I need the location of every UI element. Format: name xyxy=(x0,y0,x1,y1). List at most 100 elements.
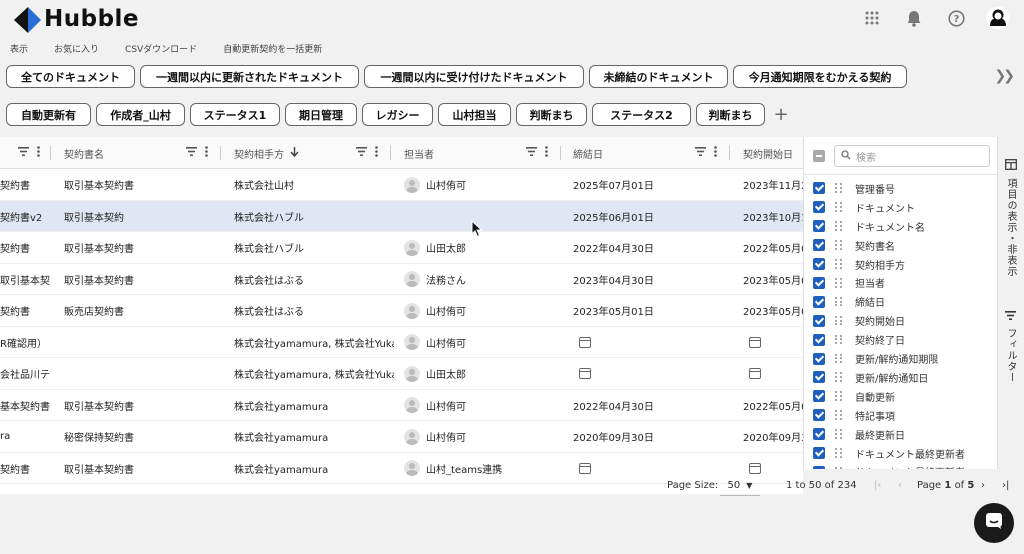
next-page-icon[interactable]: › xyxy=(981,480,985,491)
column-search-input[interactable]: 検索 xyxy=(834,145,990,167)
table-row[interactable]: 取引基本契 取引基本契約書 株式会社はぶる 法務さん 2023年04月30日 2023年0… xyxy=(0,264,803,295)
drag-handle-icon[interactable] xyxy=(835,202,843,212)
tag-chip[interactable]: ステータス2 xyxy=(592,103,691,126)
add-tag-icon[interactable]: + xyxy=(770,103,792,126)
column-option[interactable]: 更新/解約通知期限 xyxy=(813,349,938,368)
drag-handle-icon[interactable] xyxy=(835,353,843,364)
checkbox[interactable] xyxy=(813,314,825,327)
drag-handle-icon[interactable] xyxy=(835,240,843,250)
drag-handle-icon[interactable] xyxy=(835,277,843,288)
column-option[interactable]: 契約相手方 xyxy=(813,255,905,274)
more-vert-icon[interactable] xyxy=(375,146,378,160)
menu-view[interactable]: 表示 xyxy=(10,42,28,55)
header-start-date[interactable]: 契約開始日 xyxy=(743,137,803,169)
checkbox[interactable] xyxy=(813,428,825,441)
calendar-icon[interactable] xyxy=(749,336,761,348)
column-option[interactable]: 契約書名 xyxy=(813,236,895,255)
calendar-icon[interactable] xyxy=(749,462,761,474)
header-owner[interactable]: 担当者 xyxy=(404,137,560,169)
checkbox[interactable] xyxy=(813,201,825,214)
column-option[interactable]: 締結日 xyxy=(813,292,885,311)
filter-tab-notice-deadline[interactable]: 今月通知期限をむかえる契約 xyxy=(733,65,907,88)
table-row[interactable]: 契約書 取引基本契約書 株式会社山村 山村侑可 2025年07月01日 2023年11月2 xyxy=(0,169,803,201)
page-size-select[interactable]: 50 ▼ xyxy=(720,476,760,496)
table-row[interactable]: 契約書v2 取引基本契約 株式会社ハブル 2025年06月01日 2023年10月1 xyxy=(0,200,803,232)
more-vert-icon[interactable] xyxy=(205,146,208,160)
header-contract-name[interactable]: 契約書名 xyxy=(64,137,220,169)
prev-page-icon[interactable]: ‹ xyxy=(898,480,902,491)
drag-handle-icon[interactable] xyxy=(835,296,843,307)
checkbox[interactable] xyxy=(813,352,825,365)
drag-handle-icon[interactable] xyxy=(835,259,843,269)
first-page-icon[interactable]: |‹ xyxy=(874,480,881,491)
checkbox[interactable] xyxy=(813,390,825,403)
filter-tab-all[interactable]: 全てのドキュメント xyxy=(6,65,135,88)
drag-handle-icon[interactable] xyxy=(835,448,843,458)
apps-grid-icon[interactable] xyxy=(860,6,884,30)
table-row[interactable]: 契約書 取引基本契約書 株式会社ハブル 山田太郎 2022年04月30日 2022年05月… xyxy=(0,232,803,264)
column-option[interactable]: 契約開始日 xyxy=(813,311,905,330)
calendar-icon[interactable] xyxy=(579,368,591,379)
checkbox[interactable] xyxy=(813,276,825,289)
checkbox[interactable] xyxy=(813,447,825,460)
filter-icon[interactable] xyxy=(356,147,367,159)
checkbox[interactable] xyxy=(813,371,825,384)
filter-tab-received-week[interactable]: 一週間以内に受け付けたドキュメント xyxy=(364,65,584,88)
user-avatar[interactable] xyxy=(986,6,1010,30)
checkbox[interactable] xyxy=(813,258,825,271)
checkbox[interactable] xyxy=(813,333,825,346)
table-row[interactable]: 会社品川テ 株式会社yamamura, 株式会社Yuka 山田太郎 xyxy=(0,358,803,390)
filter-icon[interactable] xyxy=(186,147,197,159)
tag-chip[interactable]: 作成者_山村 xyxy=(96,103,185,126)
checkbox[interactable] xyxy=(813,182,825,195)
table-row[interactable]: 基本契約書 取引基本契約書 株式会社yamamura 山村侑可 2022年04月30日 2… xyxy=(0,390,803,421)
tag-chip[interactable]: 自動更新有 xyxy=(6,103,91,126)
bell-icon[interactable] xyxy=(902,6,926,30)
column-option[interactable]: 更新/解約通知日 xyxy=(813,368,928,387)
drag-handle-icon[interactable] xyxy=(835,410,843,420)
header-doc-col[interactable] xyxy=(0,137,50,169)
column-option[interactable]: ドキュメント xyxy=(813,198,915,217)
menu-csv-download[interactable]: CSVダウンロード xyxy=(125,42,197,55)
column-option[interactable]: 担当者 xyxy=(813,274,885,293)
header-counterparty[interactable]: 契約相手方 xyxy=(234,137,390,169)
tab-columns[interactable]: 項目の表示・非表示 xyxy=(1003,155,1018,277)
drag-handle-icon[interactable] xyxy=(835,429,843,439)
column-option[interactable]: 契約終了日 xyxy=(813,330,905,349)
more-vert-icon[interactable] xyxy=(37,146,40,160)
drag-handle-icon[interactable] xyxy=(835,315,843,326)
logo[interactable]: Hubble xyxy=(12,6,139,33)
checkbox[interactable] xyxy=(813,220,825,233)
more-vert-icon[interactable] xyxy=(545,146,548,160)
filter-icon[interactable] xyxy=(695,147,706,159)
table-row[interactable]: ra 秘密保持契約書 株式会社yamamura 山村侑可 2020年09月30日 2020… xyxy=(0,421,803,453)
drag-handle-icon[interactable] xyxy=(835,221,843,231)
calendar-icon[interactable] xyxy=(579,462,591,474)
tag-chip[interactable]: 判断まち xyxy=(516,103,587,126)
column-option[interactable]: ドキュメント最終更新者 xyxy=(813,463,965,469)
tag-chip[interactable]: レガシー xyxy=(362,103,433,126)
drag-handle-icon[interactable] xyxy=(835,466,843,469)
menu-bulk-renew[interactable]: 自動更新契約を一括更新 xyxy=(223,42,322,55)
table-row[interactable]: 契約書 販売店契約書 株式会社はぶる 山村侑可 2023年05月01日 2023年05月0 xyxy=(0,295,803,327)
menu-favorites[interactable]: お気に入り xyxy=(54,42,99,55)
last-page-icon[interactable]: ›| xyxy=(1002,480,1009,491)
checkbox[interactable] xyxy=(813,239,825,252)
column-option[interactable]: 管理番号 xyxy=(813,179,895,198)
tag-chip[interactable]: 期日管理 xyxy=(285,103,357,126)
filter-tab-updated-week[interactable]: 一週間以内に更新されたドキュメント xyxy=(140,65,359,88)
column-option[interactable]: 最終更新日 xyxy=(813,425,905,444)
filter-icon[interactable] xyxy=(18,147,29,159)
checkbox[interactable] xyxy=(813,409,825,422)
filter-tab-unsigned[interactable]: 未締結のドキュメント xyxy=(589,65,728,88)
drag-handle-icon[interactable] xyxy=(835,372,843,383)
drag-handle-icon[interactable] xyxy=(835,183,843,194)
more-vert-icon[interactable] xyxy=(714,146,717,160)
column-option[interactable]: 特記事項 xyxy=(813,406,895,425)
chat-button[interactable] xyxy=(974,503,1014,543)
tag-chip[interactable]: 判断まち xyxy=(696,103,765,126)
filter-icon[interactable] xyxy=(526,147,537,159)
calendar-icon[interactable] xyxy=(749,368,761,379)
select-all-checkbox[interactable] xyxy=(813,150,825,162)
checkbox[interactable] xyxy=(813,465,825,469)
